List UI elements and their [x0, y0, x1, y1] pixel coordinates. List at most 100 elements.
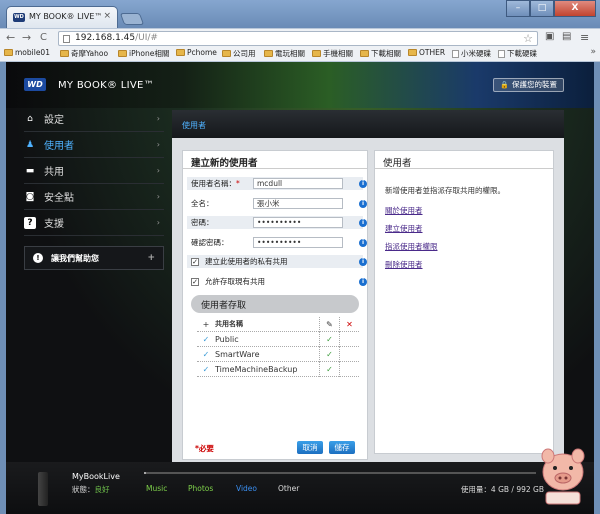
bookmark-item[interactable]: 手機相關 [312, 48, 353, 59]
existing-share-row: ✓ 允許存取現有共用 [187, 275, 363, 288]
fullname-label: 全名： [191, 199, 214, 208]
username-field[interactable]: mcdull [253, 178, 343, 189]
share-name-header: 共用名稱 [215, 320, 243, 328]
assign-permissions-link[interactable]: 指派使用者權限 [385, 241, 438, 252]
no-access-icon: ✕ [339, 316, 359, 332]
create-user-link[interactable]: 建立使用者 [385, 223, 423, 234]
back-icon[interactable]: ← [6, 31, 15, 45]
bookmark-item[interactable]: 奇摩Yahoo [60, 48, 108, 59]
minimize-button[interactable]: – [506, 0, 530, 17]
browser-window: WD MY BOOK® LIVE™ × – □ X ← → C 192.168.… [0, 0, 600, 514]
new-tab-button[interactable] [119, 13, 145, 25]
password-field[interactable]: •••••••••• [253, 217, 343, 228]
capacity-bar [144, 472, 536, 474]
existing-share-label: 允許存取現有共用 [205, 277, 265, 286]
page-title: 使用者 [172, 110, 564, 138]
table-row: ✓ TimeMachineBackup ✓ [197, 361, 359, 377]
browser-tab[interactable]: WD MY BOOK® LIVE™ × [6, 6, 118, 28]
address-bar[interactable]: 192.168.1.45/UI/# ☆ [58, 31, 538, 46]
existing-share-checkbox[interactable]: ✓ [191, 277, 199, 286]
sidebar-item-label: 設定 [44, 115, 64, 126]
about-users-link[interactable]: 關於使用者 [385, 205, 423, 216]
info-icon[interactable]: i [359, 278, 367, 286]
folder-icon [360, 50, 369, 57]
wd-logo: WD [24, 78, 46, 91]
table-row: ✓ Public ✓ [197, 331, 359, 347]
cancel-button[interactable]: 取消 [297, 441, 323, 454]
add-icon[interactable]: + [197, 320, 215, 329]
bookmark-star-icon[interactable]: ☆ [523, 32, 533, 45]
info-icon[interactable]: i [359, 200, 367, 208]
sidebar-item-safepoint[interactable]: ◙ 安全點 › [24, 184, 164, 210]
chevron-right-icon: › [156, 140, 160, 149]
sidebar-item-shares[interactable]: ▬ 共用 › [24, 158, 164, 184]
check-icon: ✓ [202, 364, 210, 374]
info-icon[interactable]: i [359, 180, 367, 188]
bookmark-item[interactable]: mobile01 [4, 48, 50, 57]
reload-icon[interactable]: C [40, 31, 47, 45]
users-info-card: 使用者 新增使用者並指派存取共用的權限。 關於使用者 建立使用者 指派使用者權限… [374, 150, 554, 454]
wd-favicon: WD [13, 13, 25, 22]
info-icon[interactable]: i [359, 219, 367, 227]
private-share-checkbox[interactable]: ✓ [191, 257, 199, 266]
confirm-password-field[interactable]: •••••••••• [253, 237, 343, 248]
sidebar-item-support[interactable]: ? 支援 › [24, 210, 164, 236]
confirm-password-row: 確認密碼： •••••••••• [187, 236, 363, 249]
bookmark-item[interactable]: OTHER [408, 48, 445, 57]
folder-icon [312, 50, 321, 57]
save-button[interactable]: 儲存 [329, 441, 355, 454]
pig-mascot-watermark [541, 448, 585, 505]
browser-titlebar: WD MY BOOK® LIVE™ × – □ X [0, 0, 600, 28]
delete-user-link[interactable]: 刪除使用者 [385, 259, 423, 270]
full-access-check[interactable]: ✓ [319, 346, 339, 362]
chevron-right-icon: › [156, 114, 160, 123]
folder-icon [222, 50, 231, 57]
users-description: 新增使用者並指派存取共用的權限。 [385, 186, 505, 195]
full-access-check[interactable]: ✓ [319, 361, 339, 377]
expand-icon[interactable]: + [147, 253, 155, 263]
sidebar-item-label: 支援 [44, 219, 64, 230]
sidebar-item-settings[interactable]: ⌂ 設定 › [24, 106, 164, 132]
menu-icon[interactable]: ≡ [580, 31, 589, 44]
maximize-button[interactable]: □ [530, 0, 554, 17]
folder-icon [4, 49, 13, 56]
forward-icon[interactable]: → [22, 31, 31, 45]
users-info-title: 使用者 [375, 151, 553, 169]
sidebar-item-label: 共用 [44, 167, 64, 178]
bookmark-item[interactable]: 電玩相關 [264, 48, 305, 59]
info-icon[interactable]: i [359, 239, 367, 247]
full-access-check[interactable]: ✓ [319, 331, 339, 347]
info-icon[interactable]: i [359, 258, 367, 266]
password-row: 密碼： •••••••••• [187, 216, 363, 229]
brand-title: MY BOOK® LIVE™ [58, 80, 154, 91]
username-label: 使用者名稱：* [191, 179, 240, 188]
private-share-label: 建立此使用者的私有共用 [205, 257, 288, 266]
extension-icon[interactable]: ▣ [545, 31, 554, 42]
access-table-header: + 共用名稱 ✎ ✕ [197, 316, 359, 332]
create-user-title: 建立新的使用者 [183, 151, 367, 169]
folder-icon [264, 50, 273, 57]
page-icon [63, 35, 70, 43]
bookmark-item[interactable]: 小米硬碟 [452, 48, 491, 59]
no-access-cell[interactable] [339, 361, 359, 377]
bookmark-item[interactable]: Pchome [176, 48, 217, 57]
no-access-cell[interactable] [339, 346, 359, 362]
help-panel[interactable]: ! 讓我們幫助您 + [24, 246, 164, 270]
check-icon: ✓ [202, 349, 210, 359]
extension-icon[interactable]: ▤ [562, 31, 571, 42]
bookmark-item[interactable]: 下載相關 [360, 48, 401, 59]
page-icon [498, 49, 505, 58]
help-panel-title: 讓我們幫助您 [51, 253, 99, 263]
folder-icon [176, 49, 185, 56]
sidebar-item-users[interactable]: ♟ 使用者 › [24, 132, 164, 158]
fullname-field[interactable]: 張小米 [253, 198, 343, 209]
protect-device-button[interactable]: 🔒 保護您的裝置 [493, 78, 564, 92]
close-window-button[interactable]: X [554, 0, 596, 17]
tab-close-icon[interactable]: × [103, 11, 111, 21]
password-label: 密碼： [191, 218, 214, 227]
bookmark-item[interactable]: iPhone相關 [118, 48, 169, 59]
bookmarks-more-icon[interactable]: » [590, 47, 596, 57]
no-access-cell[interactable] [339, 331, 359, 347]
bookmark-item[interactable]: 下載硬碟 [498, 48, 537, 59]
bookmark-item[interactable]: 公司用 [222, 48, 256, 59]
